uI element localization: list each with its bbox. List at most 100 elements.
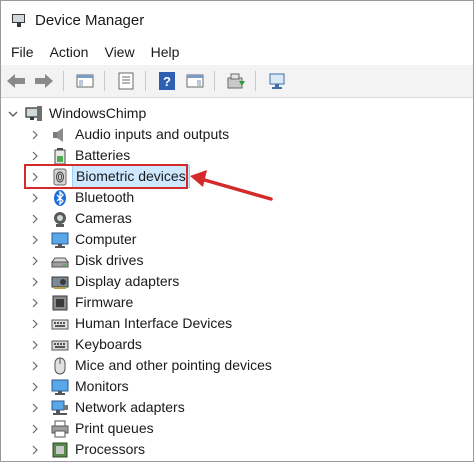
- tree-item-label: Firmware: [75, 294, 134, 310]
- chevron-right-icon[interactable]: [27, 250, 43, 271]
- menu-help[interactable]: Help: [143, 39, 188, 65]
- tree-item-label: Computer: [75, 231, 137, 247]
- tree-category-audio-inputs-and-outputs[interactable]: Audio inputs and outputs: [27, 124, 229, 145]
- forward-arrow-icon: [35, 74, 53, 88]
- tree-item-label-wrap: Disk drives: [75, 250, 143, 271]
- chevron-right-icon[interactable]: [27, 271, 43, 292]
- speaker-icon: [51, 126, 69, 144]
- back-arrow-icon: [7, 74, 25, 88]
- device-manager-window: Device Manager File Action View Help ? W…: [0, 0, 474, 462]
- tree-category-mice-and-other-pointing-devices[interactable]: Mice and other pointing devices: [27, 355, 272, 376]
- network-adapter-icon: [51, 399, 69, 417]
- chevron-right-icon[interactable]: [27, 208, 43, 229]
- mouse-icon: [51, 357, 69, 375]
- tree-item-label-wrap: Biometric devices: [72, 165, 190, 188]
- show-hide-console-tree-button[interactable]: [72, 68, 98, 94]
- tree-category-network-adapters[interactable]: Network adapters: [27, 397, 185, 418]
- help-button[interactable]: ?: [154, 68, 180, 94]
- tree-item-label: Mice and other pointing devices: [75, 357, 272, 373]
- tree-item-label-wrap: Batteries: [75, 145, 130, 166]
- device-manager-icon: [11, 12, 27, 28]
- window-title: Device Manager: [35, 11, 145, 29]
- console-tree-icon: [76, 74, 94, 88]
- tree-item-label: Print queues: [75, 420, 154, 436]
- tree-category-disk-drives[interactable]: Disk drives: [27, 250, 143, 271]
- computer-icon: [25, 105, 43, 123]
- chevron-right-icon[interactable]: [27, 313, 43, 334]
- tree-item-label-wrap: Monitors: [75, 376, 129, 397]
- tree-category-monitors[interactable]: Monitors: [27, 376, 129, 397]
- tree-item-label: Processors: [75, 441, 146, 457]
- tree-category-human-interface-devices[interactable]: Human Interface Devices: [27, 313, 232, 334]
- tree-item-label: Monitors: [75, 378, 129, 394]
- hid-icon: [51, 315, 69, 333]
- menu-action[interactable]: Action: [42, 39, 97, 65]
- tree-category-cameras[interactable]: Cameras: [27, 208, 132, 229]
- update-driver-button[interactable]: [223, 68, 249, 94]
- menu-view[interactable]: View: [96, 39, 142, 65]
- update-driver-icon: [227, 73, 245, 89]
- tree-item-label: Cameras: [75, 210, 132, 226]
- chevron-right-icon[interactable]: [27, 292, 43, 313]
- toolbar-separator: [145, 71, 146, 91]
- scan-hardware-changes-button[interactable]: [264, 68, 290, 94]
- tree-item-label: Batteries: [75, 147, 131, 163]
- back-button[interactable]: [3, 68, 29, 94]
- tree-root-label: WindowsChimp: [49, 105, 147, 121]
- chevron-right-icon[interactable]: [27, 376, 43, 397]
- tree-item-label: Biometric devices: [76, 168, 186, 184]
- tree-category-bluetooth[interactable]: Bluetooth: [27, 187, 134, 208]
- menu-bar: File Action View Help: [1, 39, 473, 65]
- chevron-right-icon[interactable]: [27, 355, 43, 376]
- tree-item-label-wrap: Computer: [75, 229, 136, 250]
- tree-item-label: Keyboards: [75, 336, 142, 352]
- forward-button[interactable]: [31, 68, 57, 94]
- chevron-down-icon[interactable]: [5, 103, 21, 124]
- chevron-right-icon[interactable]: [27, 145, 43, 166]
- disk-drive-icon: [51, 252, 69, 270]
- battery-icon: [51, 147, 69, 165]
- tree-item-label-wrap: Processors: [75, 439, 145, 460]
- title-bar: Device Manager: [1, 1, 473, 39]
- tree-category-print-queues[interactable]: Print queues: [27, 418, 154, 439]
- chevron-right-icon[interactable]: [27, 166, 43, 187]
- camera-icon: [51, 210, 69, 228]
- keyboard-icon: [51, 336, 69, 354]
- show-hide-action-pane-button[interactable]: [182, 68, 208, 94]
- properties-button[interactable]: [113, 68, 139, 94]
- chevron-right-icon[interactable]: [27, 439, 43, 460]
- tree-category-batteries[interactable]: Batteries: [27, 145, 130, 166]
- tree-item-label-wrap: Human Interface Devices: [75, 313, 232, 334]
- monitor-icon: [51, 378, 69, 396]
- tree-item-label-wrap: Display adapters: [75, 271, 179, 292]
- toolbar-separator: [104, 71, 105, 91]
- toolbar-separator: [255, 71, 256, 91]
- tree-item-label-wrap: Audio inputs and outputs: [75, 124, 229, 145]
- properties-icon: [118, 72, 134, 90]
- chevron-right-icon[interactable]: [27, 397, 43, 418]
- chevron-right-icon[interactable]: [27, 334, 43, 355]
- tree-category-computer[interactable]: Computer: [27, 229, 136, 250]
- tree-item-label-wrap: Firmware: [75, 292, 133, 313]
- tree-category-biometric-devices[interactable]: Biometric devices: [27, 165, 190, 188]
- tree-category-keyboards[interactable]: Keyboards: [27, 334, 142, 355]
- action-pane-icon: [186, 74, 204, 88]
- chevron-right-icon[interactable]: [27, 124, 43, 145]
- bluetooth-icon: [51, 189, 69, 207]
- tree-category-processors[interactable]: Processors: [27, 439, 145, 460]
- chevron-right-icon[interactable]: [27, 418, 43, 439]
- tree-item-label: Human Interface Devices: [75, 315, 233, 331]
- menu-file[interactable]: File: [3, 39, 42, 65]
- tree-item-label-wrap: Keyboards: [75, 334, 142, 355]
- processor-icon: [51, 441, 69, 459]
- device-tree: WindowsChimp Audio inputs and outputs Bat…: [1, 98, 473, 461]
- tree-item-label: Network adapters: [75, 399, 185, 415]
- tree-root[interactable]: WindowsChimp: [1, 103, 146, 124]
- tree-category-display-adapters[interactable]: Display adapters: [27, 271, 179, 292]
- chevron-right-icon[interactable]: [27, 187, 43, 208]
- tree-category-firmware[interactable]: Firmware: [27, 292, 133, 313]
- fingerprint-icon: [51, 168, 69, 186]
- chevron-right-icon[interactable]: [27, 229, 43, 250]
- tree-item-label-wrap: Bluetooth: [75, 187, 134, 208]
- tree-item-label: Disk drives: [75, 252, 144, 268]
